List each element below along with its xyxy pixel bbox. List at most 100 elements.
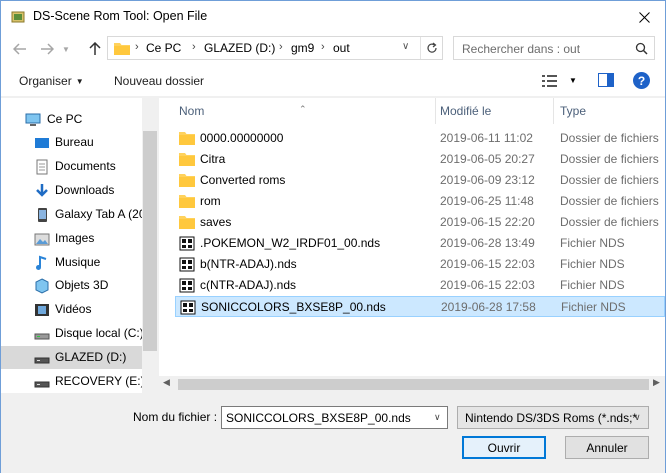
file-date: 2019-06-25 11:48 [440,194,534,208]
nav-item-objets-3d[interactable]: Objets 3D [1,274,142,297]
file-row[interactable]: c(NTR-ADAJ).nds 2019-06-15 22:03 Fichier N… [175,275,665,296]
nav-item-musique[interactable]: Musique [1,251,142,274]
folder-icon [179,174,195,187]
breadcrumb-separator: › [321,41,325,53]
nds-file-icon [180,300,196,315]
file-date: 2019-06-28 13:49 [440,236,535,250]
title-bar: DS-Scene Rom Tool: Open File [1,1,665,32]
file-row[interactable]: 0000.00000000 2019-06-11 11:02 Dossier de … [175,128,665,149]
tablet-icon [38,208,47,222]
nav-item-images[interactable]: Images [1,227,142,250]
search-input[interactable]: Rechercher dans : out [453,36,655,60]
view-options-icon[interactable] [542,74,558,88]
column-header-type[interactable]: Type [554,98,664,124]
file-date: 2019-06-15 22:03 [440,257,535,271]
chevron-down-icon[interactable]: ∨ [434,412,441,423]
file-date: 2019-06-15 22:20 [440,215,535,229]
file-list: ⌃ Nom Modifié le Type 0000.00000000 2019-… [159,98,665,393]
file-type: Dossier de fichiers [560,152,659,166]
horizontal-scrollbar-thumb[interactable] [178,379,649,390]
forward-button[interactable] [39,41,55,57]
organize-button[interactable]: Organiser ▼ [19,74,84,88]
open-file-dialog: DS-Scene Rom Tool: Open File ▼ › Ce PC › [0,0,666,473]
address-bar[interactable]: › Ce PC › GLAZED (D:) › gm9 › out ∨ [107,36,443,60]
nav-label: Musique [55,255,101,269]
nav-item-recovery[interactable]: RECOVERY (E:) [1,370,145,393]
nds-file-icon [179,236,195,251]
file-row[interactable]: .POKEMON_W2_IRDF01_00.nds 2019-06-28 13:4… [175,233,665,254]
nds-file-icon [179,278,195,293]
nav-item-videos[interactable]: Vidéos [1,298,142,321]
nav-item-downloads[interactable]: Downloads [1,179,142,202]
open-button[interactable]: Ouvrir [462,436,546,459]
file-row[interactable]: Converted roms 2019-06-09 23:12 Dossier de… [175,170,665,191]
column-modified-label: Modifié le [440,104,492,118]
help-button[interactable]: ? [633,72,650,89]
breadcrumb-glazed[interactable]: GLAZED (D:) [204,41,275,55]
file-name: Citra [200,152,226,166]
file-row[interactable]: rom 2019-06-25 11:48 Dossier de fichiers [175,191,665,212]
breadcrumb-ce-pc[interactable]: Ce PC [146,41,181,55]
file-type: Fichier NDS [560,278,625,292]
music-icon [36,255,47,270]
documents-icon [36,159,48,175]
folder-icon [179,153,195,166]
nav-item-glazed[interactable]: GLAZED (D:) [1,346,142,369]
nav-label: Vidéos [55,302,92,316]
nav-item-ce-pc[interactable]: Ce PC [1,108,142,131]
column-header-name[interactable]: ⌃ Nom [159,98,435,124]
filename-label: Nom du fichier : [133,410,218,424]
nav-scrollbar-thumb[interactable] [143,131,157,351]
file-row[interactable]: Citra 2019-06-05 20:27 Dossier de fichiers [175,149,665,170]
refresh-button[interactable] [420,37,442,59]
file-row[interactable]: saves 2019-06-15 22:20 Dossier de fichiers [175,212,665,233]
scroll-left-icon[interactable]: ◀ [163,377,170,388]
breadcrumb-separator: › [279,41,283,53]
drive-icon [34,381,50,388]
nav-item-galaxy-tab[interactable]: Galaxy Tab A (20 [1,203,146,226]
breadcrumb-out[interactable]: out [333,41,350,55]
breadcrumb-gm9[interactable]: gm9 [291,41,314,55]
nav-item-documents[interactable]: Documents [1,155,142,178]
file-name: Converted roms [200,173,286,187]
cancel-button[interactable]: Annuler [565,436,649,459]
scroll-right-icon[interactable]: ▶ [653,377,660,388]
file-name: .POKEMON_W2_IRDF01_00.nds [200,236,381,250]
recent-locations-button[interactable]: ▼ [61,41,71,57]
computer-icon [25,113,41,126]
new-folder-button[interactable]: Nouveau dossier [114,74,204,88]
file-row[interactable]: b(NTR-ADAJ).nds 2019-06-15 22:03 Fichier N… [175,254,665,275]
arrow-up-icon [89,42,101,55]
file-row[interactable]: SONICCOLORS_BXSE8P_00.nds 2019-06-28 17:5… [175,296,665,317]
chevron-down-icon[interactable]: ▼ [569,76,577,85]
preview-pane-icon[interactable] [598,73,614,87]
file-type: Dossier de fichiers [560,215,659,229]
window-title: DS-Scene Rom Tool: Open File [33,9,208,23]
file-name: b(NTR-ADAJ).nds [200,257,297,271]
download-icon [36,184,48,197]
organize-label: Organiser [19,74,72,88]
chevron-down-icon[interactable]: ∨ [402,41,409,52]
breadcrumb-separator: › [135,41,139,53]
column-header-modified[interactable]: Modifié le [436,98,553,124]
file-date: 2019-06-05 20:27 [440,152,535,166]
file-type-select[interactable]: Nintendo DS/3DS Roms (*.nds;* ∨ [457,406,649,429]
videos-icon [35,304,49,316]
file-name: SONICCOLORS_BXSE8P_00.nds [201,300,386,314]
chevron-down-icon: ▼ [75,77,84,86]
up-button[interactable] [87,41,103,57]
breadcrumb-separator: › [192,41,196,53]
back-button[interactable] [12,41,28,57]
file-type: Fichier NDS [560,236,625,250]
filename-field[interactable]: SONICCOLORS_BXSE8P_00.nds ∨ [221,406,448,429]
folder-icon [114,43,130,55]
nds-file-icon [179,257,195,272]
nav-label: Objets 3D [55,278,109,292]
nav-item-bureau[interactable]: Bureau [1,131,142,154]
folder-icon [179,132,195,145]
sort-up-icon: ⌃ [299,104,307,114]
file-name: saves [200,215,232,229]
nav-item-disque-local[interactable]: Disque local (C:) [1,322,144,345]
close-button[interactable] [633,7,655,27]
column-name-label: Nom [179,104,205,118]
